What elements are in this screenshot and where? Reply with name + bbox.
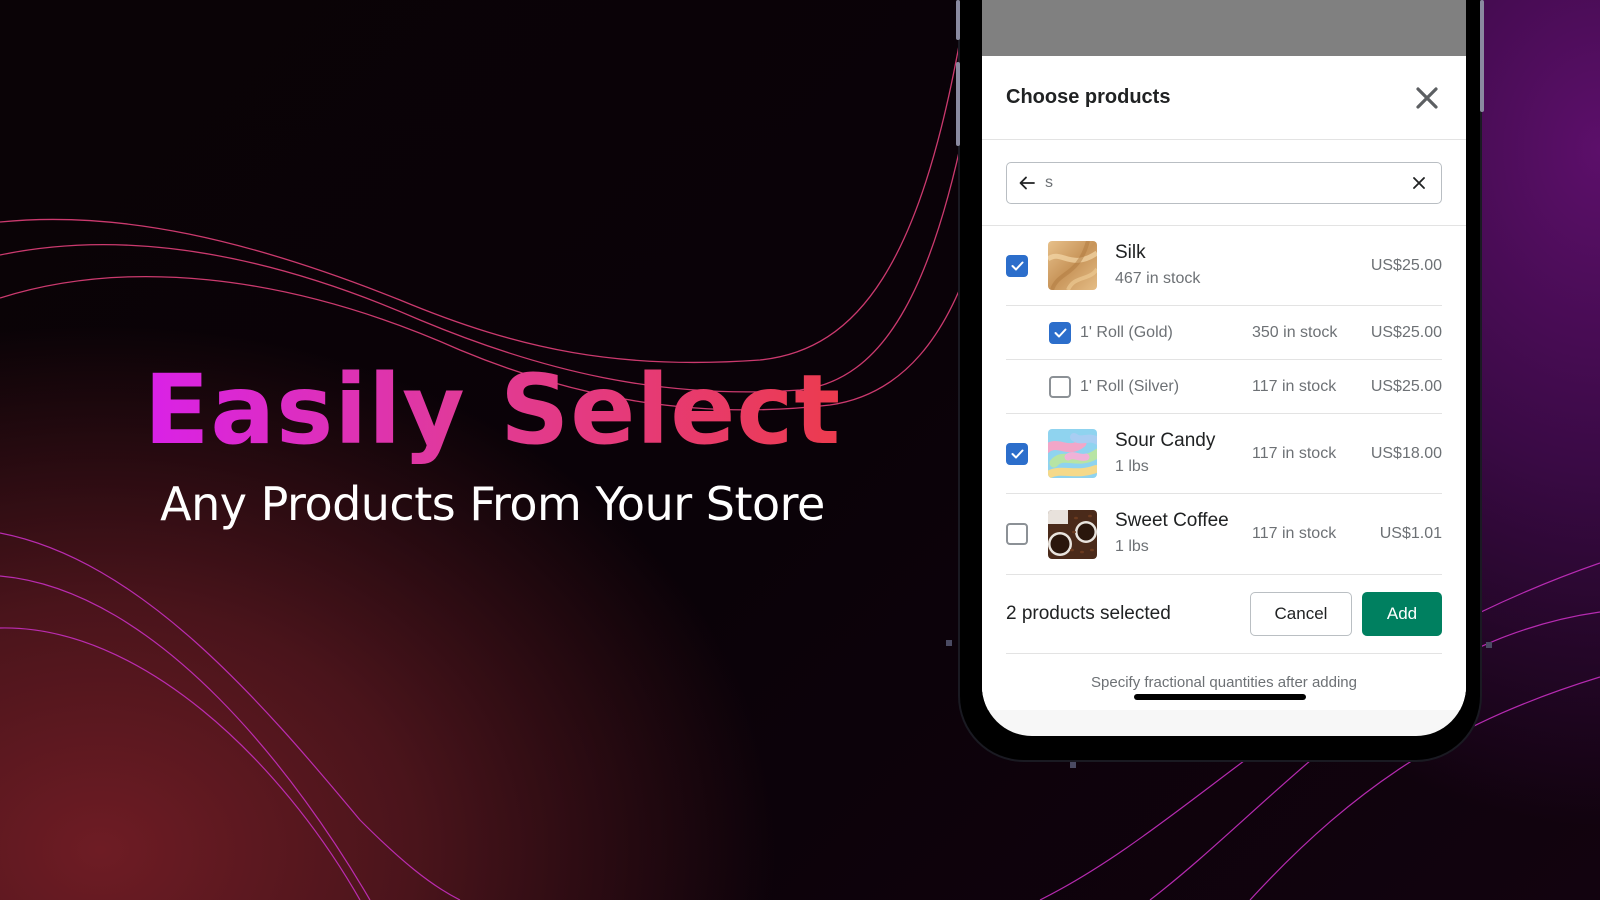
phone-marker <box>1486 642 1492 648</box>
checkmark-icon <box>1011 449 1023 458</box>
bg-curve <box>0 39 961 364</box>
modal-header: Choose products <box>982 56 1466 140</box>
product-weight: 1 lbs <box>1115 538 1149 555</box>
variant-price: US$25.00 <box>1370 377 1442 395</box>
sour-candy-image <box>1048 429 1097 478</box>
product-row-silk[interactable]: Silk 467 in stock US$25.00 <box>1006 226 1442 306</box>
silk-image <box>1048 241 1097 290</box>
bg-curve <box>0 532 461 900</box>
phone-side-button <box>956 62 960 146</box>
product-row-sweet-coffee[interactable]: Sweet Coffee 1 lbs 117 in stock US$1.01 <box>1006 494 1442 574</box>
search-section <box>982 140 1466 226</box>
product-weight: 1 lbs <box>1115 457 1149 475</box>
bg-curve <box>0 575 371 900</box>
hero-title: Easily Select <box>143 354 842 466</box>
product-name: Silk <box>1115 241 1146 263</box>
variant-checkbox[interactable] <box>1049 375 1071 398</box>
clear-search-button[interactable] <box>1409 173 1429 193</box>
variant-stock: 117 in stock <box>1252 377 1337 395</box>
product-info: Silk 467 in stock <box>1115 240 1362 292</box>
hero-subtitle: Any Products From Your Store <box>160 477 825 531</box>
modal-title: Choose products <box>1006 86 1171 108</box>
product-checkbox[interactable] <box>1006 523 1028 545</box>
add-button[interactable]: Add <box>1362 592 1442 636</box>
product-stock: 117 in stock <box>1252 444 1337 462</box>
close-icon <box>1416 86 1438 109</box>
variant-row[interactable]: 1' Roll (Gold) 350 in stock US$25.00 <box>1006 306 1442 360</box>
product-stock: 117 in stock <box>1252 525 1337 542</box>
checkmark-icon <box>1011 261 1023 270</box>
phone-side-button <box>956 0 960 40</box>
product-row-sour-candy[interactable]: Sour Candy 1 lbs 117 in stock US$18.00 <box>1006 414 1442 494</box>
modal-footer: 2 products selected Cancel Add <box>1006 574 1442 654</box>
product-name: Sweet Coffee <box>1115 510 1229 531</box>
product-checkbox[interactable] <box>1006 442 1028 465</box>
phone-side-button <box>1480 0 1484 112</box>
product-price: US$1.01 <box>1379 525 1442 542</box>
product-price: US$18.00 <box>1370 444 1442 462</box>
checkmark-icon <box>1054 328 1066 337</box>
selected-count: 2 products selected <box>1006 603 1171 624</box>
arrow-left-icon <box>1019 176 1035 190</box>
clear-icon <box>1413 177 1425 189</box>
variant-row[interactable]: 1' Roll (Silver) 117 in stock US$25.00 <box>1006 360 1442 414</box>
variant-checkbox[interactable] <box>1049 321 1071 344</box>
back-button[interactable] <box>1017 173 1037 193</box>
variant-name: 1' Roll (Silver) <box>1080 377 1180 395</box>
cancel-button[interactable]: Cancel <box>1250 592 1352 636</box>
product-checkbox[interactable] <box>1006 254 1028 277</box>
footer-hint: Specify fractional quantities after addi… <box>982 654 1466 710</box>
phone-marker <box>946 640 952 646</box>
phone-mockup: Choose products s Silk 467 in stock US$2… <box>946 0 1492 768</box>
product-name: Sour Candy <box>1115 429 1216 451</box>
product-price: US$25.00 <box>1370 256 1442 274</box>
search-input[interactable] <box>1045 174 1401 192</box>
hero: Easily Select Any Products From Your Sto… <box>0 355 985 531</box>
variant-stock: 350 in stock <box>1252 323 1338 341</box>
modal-backdrop[interactable] <box>982 0 1466 56</box>
sweet-coffee-image <box>1048 509 1097 559</box>
product-info: Sour Candy 1 lbs <box>1115 428 1252 480</box>
bg-curve <box>0 39 981 393</box>
product-info: Sweet Coffee 1 lbs <box>1115 508 1252 560</box>
product-stock: 467 in stock <box>1115 269 1201 287</box>
choose-products-modal: Choose products s Silk 467 in stock US$2… <box>982 56 1466 710</box>
footer-actions: Cancel Add <box>1250 592 1442 636</box>
search-field[interactable] <box>1006 162 1442 204</box>
phone-screen: Choose products s Silk 467 in stock US$2… <box>982 0 1466 736</box>
phone-marker <box>1070 762 1076 768</box>
variant-name: 1' Roll (Gold) <box>1080 323 1173 341</box>
product-list: Silk 467 in stock US$25.00 1' Roll (Gold… <box>982 226 1466 574</box>
bg-curve <box>0 627 361 900</box>
home-indicator <box>1134 694 1306 700</box>
close-button[interactable] <box>1412 83 1442 113</box>
variant-price: US$25.00 <box>1370 323 1442 341</box>
